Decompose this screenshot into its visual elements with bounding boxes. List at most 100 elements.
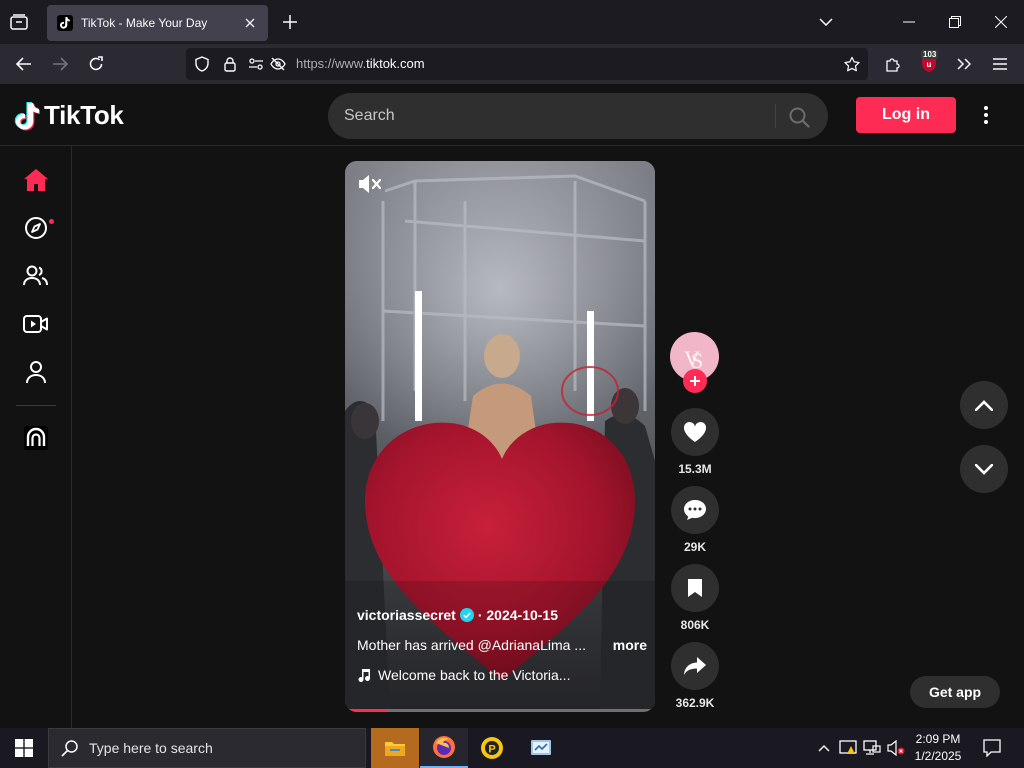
tiktok-header: TikTok Log in [0, 84, 1024, 146]
more-caption-button[interactable]: more [613, 637, 647, 653]
chevrons-right-icon[interactable] [953, 53, 975, 75]
tray-overflow-chevron-icon[interactable] [814, 738, 834, 758]
share-button[interactable] [671, 642, 719, 690]
firefox-taskbar-button[interactable] [420, 728, 468, 768]
home-icon [24, 169, 48, 191]
like-count: 15.3M [678, 462, 712, 476]
sidebar-item-following[interactable] [22, 262, 50, 290]
sidebar-item-home[interactable] [22, 166, 50, 194]
video-player[interactable]: victoriassecret · 2024-10-15 Mother has … [345, 161, 655, 712]
close-tab-icon[interactable] [240, 13, 260, 33]
more-vertical-icon[interactable] [975, 103, 997, 127]
back-arrow-icon[interactable] [13, 53, 35, 75]
taskbar-app-control-panel[interactable] [517, 728, 565, 768]
url-bar[interactable]: https://www.tiktok.com [186, 48, 868, 80]
follow-plus-icon[interactable] [683, 369, 707, 393]
share-count: 362.9K [675, 696, 715, 710]
comment-icon [684, 500, 706, 520]
folder-icon [385, 742, 405, 756]
hamburger-menu-icon[interactable] [989, 53, 1011, 75]
url-text[interactable]: https://www.tiktok.com [296, 56, 425, 71]
app-p-icon: P [481, 737, 503, 759]
video-progress-bar[interactable] [345, 709, 655, 712]
windows-start-icon[interactable] [0, 728, 48, 768]
tiktok-page: TikTok Log in [0, 84, 1024, 728]
chevron-down-icon [975, 463, 993, 475]
notification-center-icon[interactable] [982, 738, 1002, 758]
bookmark-icon [688, 579, 702, 597]
network-icon[interactable] [862, 738, 882, 758]
tracking-protection-icon[interactable] [270, 56, 286, 72]
next-video-button[interactable] [960, 445, 1008, 493]
chevron-down-icon[interactable] [816, 12, 836, 32]
comment-button[interactable] [671, 486, 719, 534]
search-icon [61, 740, 78, 757]
person-icon [26, 361, 46, 384]
music-note-icon [358, 669, 370, 682]
notification-dot [49, 219, 54, 224]
tab-title: TikTok - Make Your Day [81, 16, 208, 30]
clock-time: 2:09 PM [915, 732, 961, 746]
tab-list-icon[interactable] [8, 11, 30, 33]
taskbar-app-yellow[interactable]: P [468, 728, 516, 768]
tiktok-logo-icon [14, 101, 40, 130]
users-icon [23, 265, 48, 286]
browser-tab-bar: TikTok - Make Your Day [0, 0, 1024, 44]
permissions-icon[interactable] [248, 56, 264, 72]
comment-count: 29K [683, 540, 706, 554]
taskbar-search-placeholder: Type here to search [89, 740, 213, 756]
browser-nav-bar: https://www.tiktok.com u 103 [0, 44, 1024, 84]
bookmark-button[interactable] [671, 564, 719, 612]
browser-tab-tiktok[interactable]: TikTok - Make Your Day [47, 5, 268, 41]
progress-fill [345, 709, 389, 712]
volume-muted-icon[interactable] [886, 738, 906, 758]
security-warning-icon[interactable] [838, 738, 858, 758]
search-icon[interactable] [786, 104, 812, 130]
forward-arrow-icon[interactable] [49, 53, 71, 75]
new-tab-icon[interactable] [280, 12, 300, 32]
muted-speaker-icon[interactable] [357, 173, 383, 195]
logo-text: TikTok [44, 100, 124, 130]
login-button[interactable]: Log in [856, 97, 956, 133]
sidebar [0, 146, 72, 728]
taskbar-search[interactable]: Type here to search [48, 728, 366, 768]
control-panel-icon [531, 740, 551, 755]
bookmark-star-icon[interactable] [844, 56, 860, 72]
search-input[interactable] [344, 104, 764, 128]
post-date: · 2024-10-15 [477, 607, 559, 623]
get-app-button[interactable]: Get app [910, 676, 1000, 708]
share-arrow-icon [684, 657, 706, 675]
chevron-up-icon [975, 399, 993, 411]
arch-icon [24, 426, 48, 450]
compass-icon [25, 217, 47, 239]
extension-badge: 103 [921, 50, 939, 59]
like-button[interactable] [671, 408, 719, 456]
sidebar-item-profile[interactable] [22, 358, 50, 386]
tiktok-logo[interactable]: TikTok [14, 100, 124, 131]
bookmark-count: 806K [680, 618, 710, 632]
reload-icon[interactable] [85, 53, 107, 75]
shield-icon[interactable] [194, 56, 210, 72]
file-explorer-taskbar-button[interactable] [371, 728, 419, 768]
firefox-icon [433, 736, 455, 758]
sidebar-item-more-apps[interactable] [22, 424, 50, 452]
minimize-icon[interactable] [897, 10, 921, 34]
windows-taskbar: Type here to search P 2:09 PM 1/2/2025 [0, 728, 1024, 768]
url-host: tiktok.com [366, 56, 425, 71]
taskbar-clock[interactable]: 2:09 PM 1/2/2025 [906, 731, 970, 765]
sidebar-item-live[interactable] [22, 310, 50, 338]
author-username[interactable]: victoriassecret [357, 607, 456, 623]
svg-text:u: u [927, 60, 932, 69]
close-window-icon[interactable] [989, 10, 1013, 34]
sound-title[interactable]: Welcome back to the Victoria... [378, 667, 570, 683]
previous-video-button[interactable] [960, 381, 1008, 429]
extensions-puzzle-icon[interactable] [882, 53, 904, 75]
restore-icon[interactable] [943, 10, 967, 34]
search-box [328, 93, 828, 139]
url-scheme: https://www. [296, 56, 367, 71]
lock-icon[interactable] [222, 56, 238, 72]
sidebar-item-explore[interactable] [22, 214, 50, 242]
video-info: victoriassecret · 2024-10-15 Mother has … [357, 607, 647, 683]
video-caption: Mother has arrived @AdrianaLima ... [357, 637, 586, 653]
live-video-icon [23, 315, 48, 333]
